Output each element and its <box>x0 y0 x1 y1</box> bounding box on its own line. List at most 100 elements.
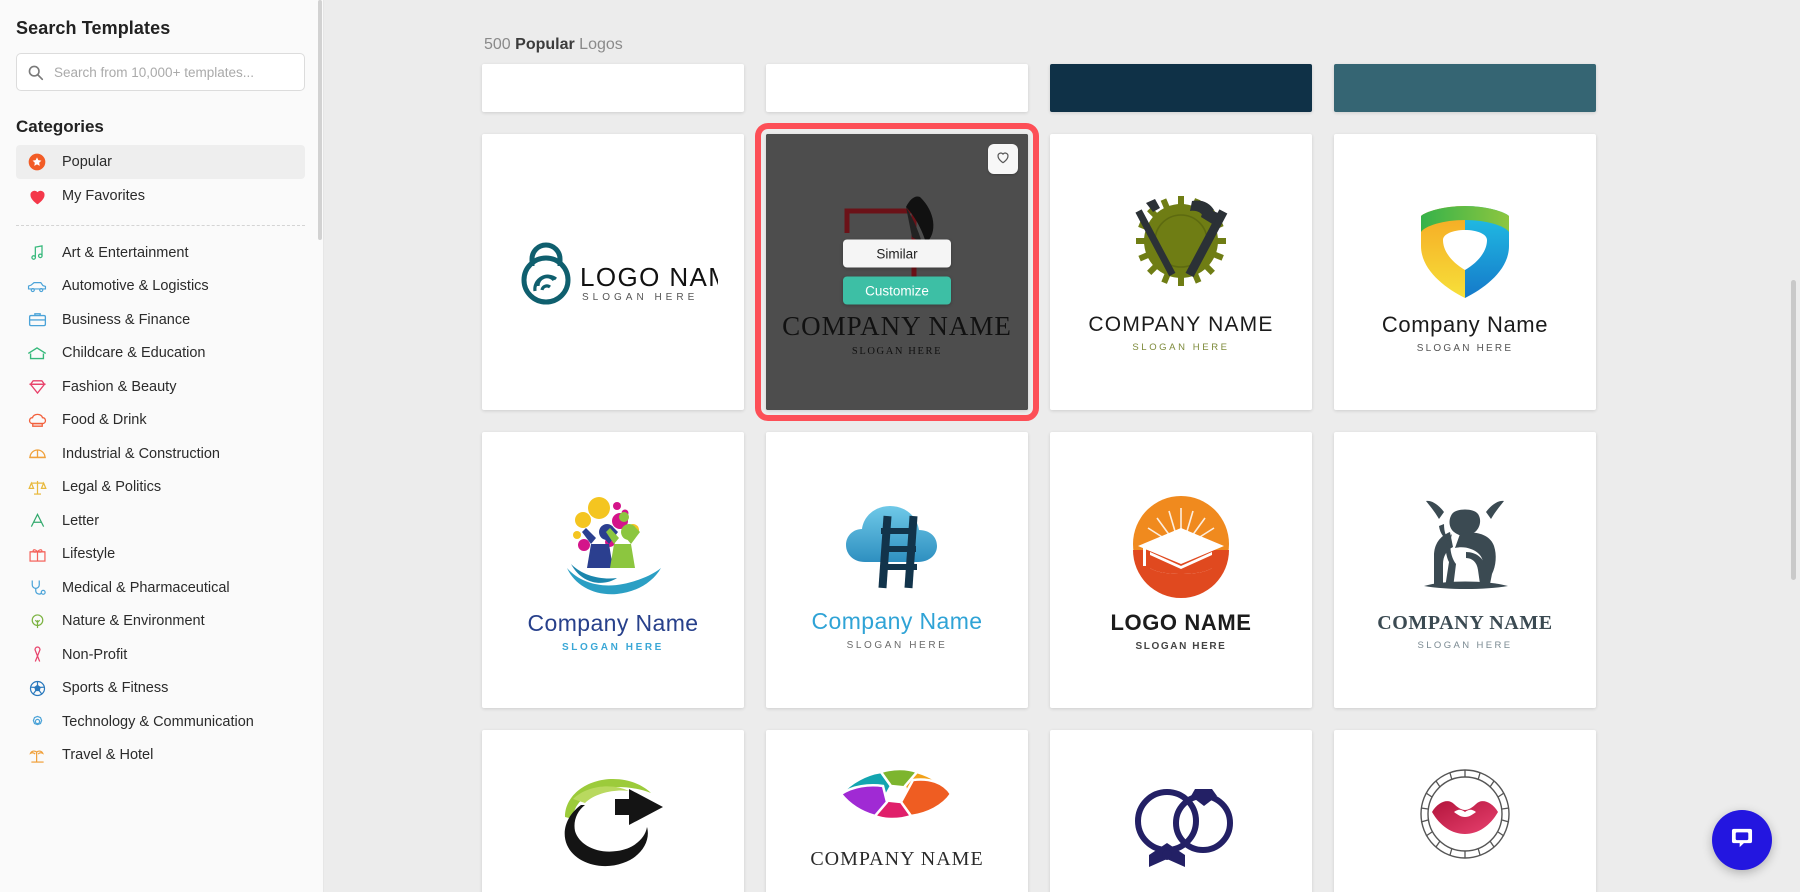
sidebar-divider <box>16 225 305 226</box>
soccer-ball-icon <box>26 677 48 699</box>
sidebar-item-automotive-logistics[interactable]: Automotive & Logistics <box>16 270 305 304</box>
sidebar-item-nature-environment[interactable]: Nature & Environment <box>16 605 305 639</box>
chef-hat-icon <box>26 409 48 431</box>
sidebar-item-label: Automotive & Logistics <box>62 278 209 295</box>
gift-icon <box>26 543 48 565</box>
sidebar-item-label: Letter <box>62 512 100 529</box>
card-lips-circle-logo[interactable] <box>1334 730 1596 892</box>
card-arrow-swoosh-logo[interactable] <box>482 730 744 892</box>
sidebar-item-label: Nature & Environment <box>62 613 205 630</box>
logo-title: Company Name <box>527 609 699 636</box>
customize-button[interactable]: Customize <box>843 276 951 305</box>
sidebar-item-label: Legal & Politics <box>62 479 162 496</box>
diamond-icon <box>26 376 48 398</box>
grid-row-2: Company Name SLOGAN HERE Company Name SL… <box>482 432 1652 708</box>
card-cloud-ladder-logo[interactable]: Company Name SLOGAN HERE <box>766 432 1028 708</box>
logo-slogan: SLOGAN HERE <box>562 641 664 653</box>
card-bull-logo[interactable]: COMPANY NAME SLOGAN HERE <box>1334 432 1596 708</box>
sidebar-item-label: Technology & Communication <box>62 713 254 730</box>
sidebar-item-popular[interactable]: Popular <box>16 145 305 179</box>
briefcase-icon <box>26 309 48 331</box>
stethoscope-icon <box>26 577 48 599</box>
sidebar-item-legal-politics[interactable]: Legal & Politics <box>16 471 305 505</box>
sidebar-scrollbar[interactable] <box>318 0 322 892</box>
sidebar-item-lifestyle[interactable]: Lifestyle <box>16 538 305 572</box>
card-hammer-saw-logo[interactable]: COMPANY NAME SLOGAN HERE <box>1050 134 1312 410</box>
card-partial-2[interactable] <box>766 64 1028 112</box>
heart-icon <box>26 185 48 207</box>
ribbon-icon <box>26 644 48 666</box>
sidebar-item-label: Business & Finance <box>62 311 191 328</box>
sidebar-item-label: Industrial & Construction <box>62 445 220 462</box>
grid-row-partial-top <box>482 64 1652 112</box>
grid-row-3: COMPANY NAME <box>482 730 1652 892</box>
sidebar-item-travel-hotel[interactable]: Travel & Hotel <box>16 739 305 773</box>
chat-button[interactable] <box>1712 810 1772 870</box>
sidebar-item-label: Non-Profit <box>62 646 128 663</box>
heart-outline-icon <box>995 149 1011 170</box>
lips-icon <box>1406 758 1524 870</box>
hard-hat-icon <box>26 443 48 465</box>
card-partial-1[interactable] <box>482 64 744 112</box>
logo-title: LOGO NAME <box>1110 610 1252 635</box>
similar-button[interactable]: Similar <box>843 239 951 268</box>
sidebar-item-label: Sports & Fitness <box>62 680 169 697</box>
shutter-icon <box>823 744 971 836</box>
sidebar-scrollbar-thumb[interactable] <box>318 0 322 240</box>
sidebar-item-childcare-education[interactable]: Childcare & Education <box>16 337 305 371</box>
categories-title: Categories <box>16 117 104 136</box>
card-partial-3[interactable] <box>1050 64 1312 112</box>
hammer-saw-icon <box>1116 191 1246 303</box>
template-title: COMPANY NAME <box>782 311 1012 341</box>
card-lock-fingerprint-logo[interactable]: LOGO NAME SLOGAN HERE <box>482 134 744 410</box>
sidebar-item-label: Food & Drink <box>62 412 147 429</box>
card-partial-4[interactable] <box>1334 64 1596 112</box>
card-sunrise-graduation-logo[interactable]: LOGO NAME SLOGAN HERE <box>1050 432 1312 708</box>
tech-hex-icon <box>26 711 48 733</box>
bull-icon <box>1400 490 1530 602</box>
template-slogan: SLOGAN HERE <box>851 346 943 357</box>
sunrise-cap-icon <box>1124 488 1238 600</box>
logo-slogan: SLOGAN HERE <box>1132 342 1230 353</box>
svg-text:SLOGAN HERE: SLOGAN HERE <box>582 292 698 303</box>
shield-icon <box>1405 190 1525 302</box>
sidebar: Search Templates Categories Popular <box>0 0 324 892</box>
rings-bowtie-icon <box>1111 759 1251 869</box>
sidebar-title: Search Templates <box>16 18 171 38</box>
search-section <box>0 39 323 91</box>
logo-title: Company Name <box>811 607 983 634</box>
card-people-hand-logo[interactable]: Company Name SLOGAN HERE <box>482 432 744 708</box>
sidebar-item-industrial-construction[interactable]: Industrial & Construction <box>16 437 305 471</box>
sidebar-item-sports-fitness[interactable]: Sports & Fitness <box>16 672 305 706</box>
card-shield-gradient-logo[interactable]: Company Name SLOGAN HERE <box>1334 134 1596 410</box>
logo-slogan: SLOGAN HERE <box>1417 639 1513 651</box>
sidebar-item-fashion-beauty[interactable]: Fashion & Beauty <box>16 370 305 404</box>
sidebar-item-medical-pharmaceutical[interactable]: Medical & Pharmaceutical <box>16 571 305 605</box>
logo-slogan: SLOGAN HERE <box>1416 343 1514 354</box>
sidebar-item-food-drink[interactable]: Food & Drink <box>16 404 305 438</box>
sidebar-item-label: Lifestyle <box>62 546 116 563</box>
sidebar-item-label: Childcare & Education <box>62 345 206 362</box>
palm-tree-icon <box>26 744 48 766</box>
sidebar-item-label: My Favorites <box>62 188 145 204</box>
logo-title: COMPANY NAME <box>1377 611 1553 634</box>
sidebar-item-non-profit[interactable]: Non-Profit <box>16 638 305 672</box>
card-quill-company-logo-selected[interactable]: COMPANY NAME SLOGAN HERE Similar Customi… <box>755 123 1039 421</box>
people-hand-icon <box>547 488 679 600</box>
sidebar-item-letter[interactable]: Letter <box>16 504 305 538</box>
scales-icon <box>26 476 48 498</box>
sidebar-item-my-favorites[interactable]: My Favorites <box>16 179 305 213</box>
school-house-icon <box>26 342 48 364</box>
sidebar-item-label: Fashion & Beauty <box>62 378 177 395</box>
sidebar-item-art-entertainment[interactable]: Art & Entertainment <box>16 236 305 270</box>
sidebar-item-business-finance[interactable]: Business & Finance <box>16 303 305 337</box>
star-badge-icon <box>26 151 48 173</box>
favorite-button[interactable] <box>988 144 1018 174</box>
card-wedding-rings-logo[interactable] <box>1050 730 1312 892</box>
gallery-scrollbar-thumb[interactable] <box>1791 280 1796 580</box>
search-input[interactable] <box>54 64 294 80</box>
card-camera-shutter-logo[interactable]: COMPANY NAME <box>766 730 1028 892</box>
music-note-icon <box>26 242 48 264</box>
sidebar-item-technology-communication[interactable]: Technology & Communication <box>16 705 305 739</box>
search-box[interactable] <box>16 53 305 91</box>
